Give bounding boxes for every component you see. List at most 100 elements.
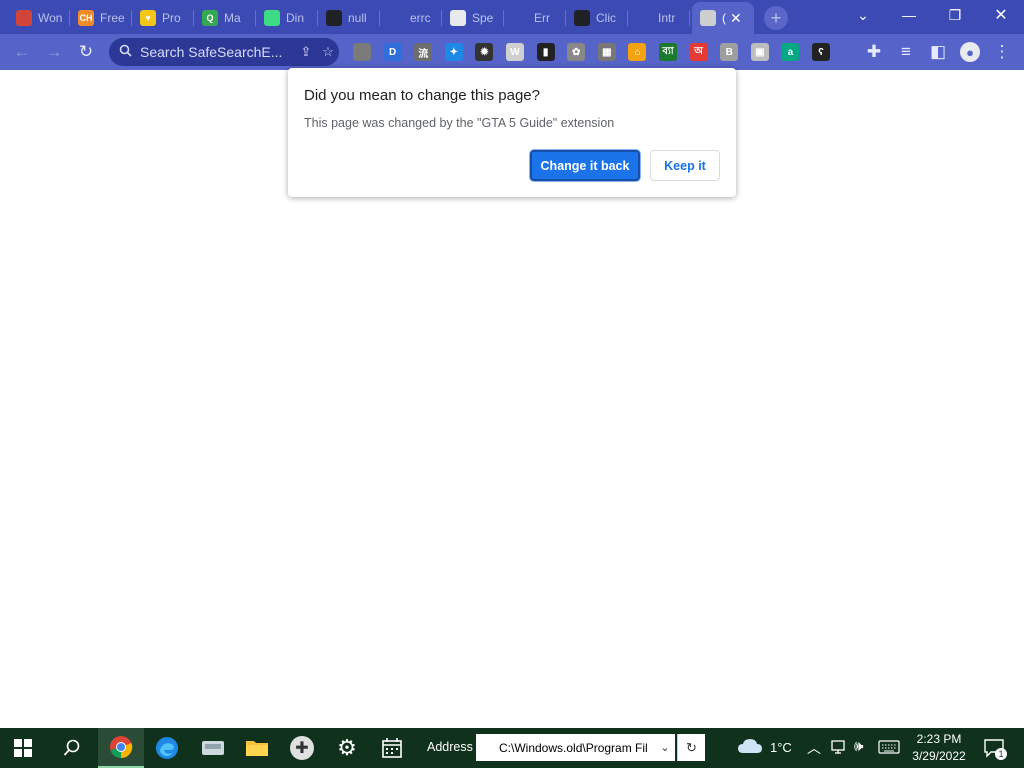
extensions-menu-button[interactable]: ✚ — [862, 40, 886, 64]
tab-active[interactable]: (✕ — [692, 2, 754, 34]
start-button[interactable] — [0, 728, 46, 768]
tab-title: null — [348, 11, 367, 25]
browser-tab[interactable]: CH Free — [70, 4, 132, 32]
tab-title: Din — [286, 11, 305, 25]
change-it-back-button[interactable]: Change it back — [530, 150, 640, 181]
plus-icon: + — [770, 7, 782, 28]
browser-tab[interactable]: null — [318, 4, 380, 32]
avatar-icon: ● — [960, 42, 980, 62]
close-window-button[interactable]: ✕ — [978, 0, 1024, 30]
address-toolbar-label: Address — [427, 740, 473, 754]
home-icon[interactable]: ⌂ — [628, 43, 647, 61]
address-toolbar-input[interactable]: C:\Windows.old\Program Fil — [476, 734, 674, 761]
minimize-icon: — — [902, 7, 916, 23]
dialog-title: Did you mean to change this page? — [304, 87, 540, 104]
tab-favicon-icon: CH — [78, 10, 94, 26]
windows-taskbar: ✚ ⚙ Address C:\Windows.old\Program Fil ⌄… — [0, 728, 1024, 768]
browser-tab[interactable]: errc — [380, 4, 442, 32]
weather-temperature[interactable]: 1°C — [770, 740, 792, 755]
network-icon[interactable] — [831, 739, 847, 758]
address-go-button[interactable]: ↻ — [677, 734, 705, 761]
browser-tab[interactable]: Won — [8, 4, 70, 32]
taskbar-app-drive[interactable] — [190, 728, 236, 768]
tab-favicon-icon — [450, 10, 466, 26]
address-dropdown-button[interactable]: ⌄ — [655, 734, 675, 761]
omnibox[interactable]: Search SafeSearchE... ⇪ ☆ — [109, 38, 339, 66]
bengali-red-icon[interactable]: অ — [689, 43, 708, 61]
browser-tab[interactable]: Din — [256, 4, 318, 32]
calendar-icon — [382, 738, 402, 758]
kebab-menu-icon: ⋮ — [993, 42, 1011, 61]
profile-button[interactable]: ● — [958, 40, 982, 64]
share-icon[interactable]: ⇪ — [295, 44, 317, 60]
bug-icon[interactable]: ✹ — [475, 43, 494, 61]
minimize-button[interactable]: — — [886, 0, 932, 30]
tab-search-button[interactable]: ⌄ — [840, 0, 886, 30]
tab-strip: Won CH Free ♥ Pro Q Ma Din null errc Spe Err Clic Int… — [0, 0, 1024, 34]
tab-favicon-icon — [326, 10, 342, 26]
volume-icon[interactable]: 🕪 — [854, 738, 863, 755]
back-button[interactable]: ← — [10, 40, 34, 64]
browser-tab[interactable]: ♥ Pro — [132, 4, 194, 32]
keyboard-icon[interactable] — [878, 739, 900, 758]
search-icon — [119, 44, 132, 60]
a-circle-icon[interactable]: a — [781, 43, 800, 61]
close-tab-icon[interactable]: ✕ — [730, 10, 742, 27]
clock-date: 3/29/2022 — [912, 749, 966, 763]
chevron-up-icon[interactable]: ︿ — [807, 738, 821, 758]
paw-icon[interactable]: ✿ — [567, 43, 586, 61]
forward-button[interactable]: → — [42, 40, 66, 64]
kanji-icon[interactable]: 流 — [414, 43, 433, 61]
search-icon — [63, 739, 80, 756]
arrow-left-icon: ← — [13, 42, 31, 61]
reading-list-button[interactable]: ≡ — [894, 40, 918, 64]
taskbar-chrome[interactable] — [98, 728, 144, 768]
taskbar-calendar[interactable] — [369, 728, 415, 768]
side-panel-button[interactable]: ◧ — [926, 40, 950, 64]
drive-icon — [202, 741, 224, 755]
tab-favicon-icon: ♥ — [140, 10, 156, 26]
pixel-icon[interactable]: ▣ — [750, 43, 769, 61]
browser-tab[interactable]: Err — [504, 4, 566, 32]
taskbar-file-explorer[interactable] — [234, 728, 280, 768]
taskbar-settings[interactable]: ⚙ — [324, 728, 370, 768]
chevron-down-icon: ⌄ — [857, 6, 869, 23]
puzzle-grey-icon[interactable] — [353, 43, 371, 61]
b-icon[interactable]: B — [720, 43, 739, 61]
browser-tab[interactable]: Clic — [566, 4, 628, 32]
browser-tab[interactable]: Q Ma — [194, 4, 256, 32]
reload-button[interactable]: ↻ — [74, 40, 98, 64]
tab-favicon-icon — [388, 10, 404, 26]
tab-favicon-icon — [512, 10, 528, 26]
bookmark-dark-icon[interactable]: ▮ — [536, 43, 555, 61]
side-panel-icon: ◧ — [929, 42, 947, 61]
new-tab-button[interactable]: + — [764, 6, 788, 30]
w-icon[interactable]: W — [506, 43, 524, 61]
browser-toolbar: ← → ↻ Search SafeSearchE... ⇪ ☆ D 流 ✦ ✹ W ▮ ✿ ▦… — [0, 34, 1024, 70]
search-button[interactable] — [49, 728, 95, 768]
arrow-right-icon: → — [45, 42, 63, 61]
bengali-icon[interactable]: ব্যা — [659, 43, 677, 61]
folder-icon — [246, 741, 268, 756]
clock-time: 2:23 PM — [916, 732, 962, 746]
browser-tab[interactable]: Spe — [442, 4, 504, 32]
restore-button[interactable]: ❐ — [932, 0, 978, 30]
taskbar-edge[interactable] — [144, 728, 190, 768]
tab-favicon-icon — [16, 10, 32, 26]
d-icon[interactable]: D — [383, 43, 402, 61]
menu-button[interactable]: ⋮ — [990, 40, 1014, 64]
taskbar-clock[interactable]: 2:23 PM 3/29/2022 — [900, 731, 978, 765]
tab-title: ( — [722, 11, 726, 25]
shield-blue-icon[interactable]: ✦ — [444, 43, 463, 61]
notification-count-badge: 1 — [995, 748, 1007, 760]
bear-icon[interactable]: ʕ — [812, 43, 830, 61]
badge-icon[interactable]: ▦ — [597, 43, 616, 61]
tab-title: Spe — [472, 11, 494, 25]
keep-it-button[interactable]: Keep it — [650, 150, 720, 181]
taskbar-game-app[interactable]: ✚ — [279, 728, 325, 768]
gear-icon: ⚙ — [337, 735, 357, 760]
gamepad-icon: ✚ — [290, 736, 314, 760]
bookmark-star-icon[interactable]: ☆ — [317, 44, 339, 60]
browser-tab[interactable]: Intr — [628, 4, 690, 32]
weather-cloud-icon[interactable] — [737, 737, 763, 758]
